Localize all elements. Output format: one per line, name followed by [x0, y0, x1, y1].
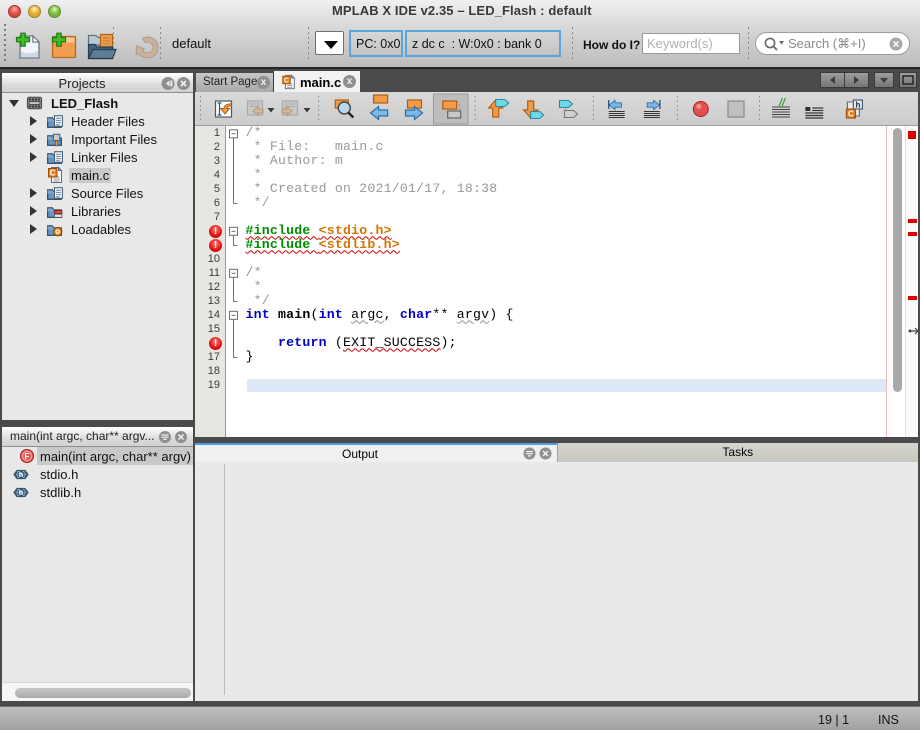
- svg-text:C: C: [848, 110, 854, 119]
- svg-text:h: h: [855, 101, 860, 110]
